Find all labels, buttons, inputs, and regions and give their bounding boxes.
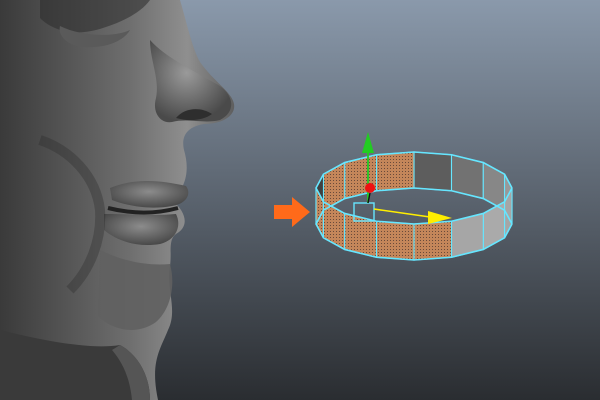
ring-face[interactable] (375, 220, 415, 261)
scene-canvas[interactable] (0, 0, 600, 400)
ring-face[interactable] (413, 151, 453, 192)
gizmo-z-handle[interactable] (365, 183, 375, 193)
3d-viewport[interactable] (0, 0, 600, 400)
ring-face[interactable] (375, 151, 415, 192)
ring-face[interactable] (413, 220, 453, 261)
